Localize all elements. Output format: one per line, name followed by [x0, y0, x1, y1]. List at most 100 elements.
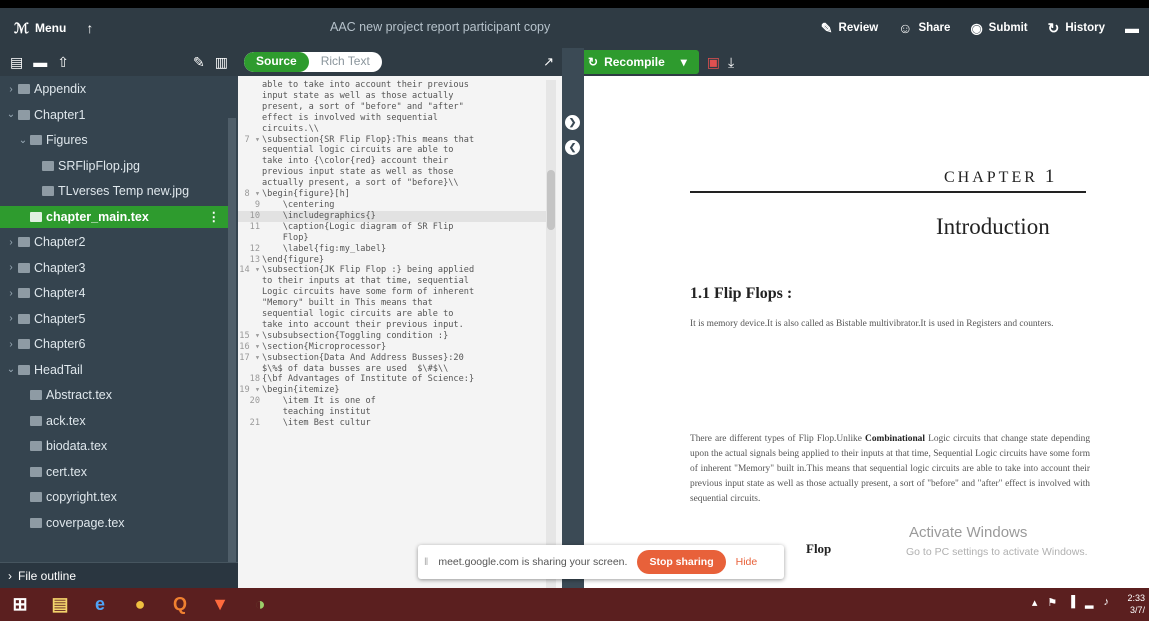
chevron-right-icon[interactable]: › [4, 339, 18, 350]
file-tree-scrollbar[interactable] [228, 118, 236, 598]
arrow-left-icon[interactable]: ❮ [565, 140, 580, 155]
chevron-down-icon[interactable]: ⌄ [4, 364, 18, 375]
code-line[interactable]: $\%$ of data busses are used $\#$\\ [238, 364, 546, 375]
log-icon[interactable]: ▣ [707, 55, 720, 69]
review-button[interactable]: ✎ Review [821, 21, 878, 35]
chevron-right-icon[interactable]: › [4, 262, 18, 273]
code-area[interactable]: able to take into account their previous… [238, 80, 546, 588]
paint-icon[interactable]: ◑ [240, 588, 280, 621]
tree-item[interactable]: ⌄ Figures [0, 129, 230, 151]
tree-item[interactable]: biodata.tex [0, 435, 230, 457]
code-line[interactable]: 21 \item Best cultur [238, 418, 546, 429]
tree-item[interactable]: coverpage.tex [0, 512, 230, 534]
project-title[interactable]: AAC new project report participant copy [330, 20, 550, 34]
tree-item[interactable]: › Chapter4 [0, 282, 230, 304]
new-folder-icon[interactable]: ▬ [33, 55, 47, 69]
windows-start-icon[interactable]: ⊞ [0, 588, 40, 621]
rich-text-mode-button[interactable]: Rich Text [309, 52, 382, 72]
source-mode-button[interactable]: Source [244, 52, 309, 72]
submit-button[interactable]: ◉ Submit [970, 21, 1027, 35]
chevron-right-icon[interactable]: › [4, 313, 18, 324]
drag-handle-icon[interactable]: ‖ [424, 556, 428, 568]
editor-scroll-thumb[interactable] [547, 170, 555, 230]
network-icon[interactable]: ▐ [1067, 596, 1075, 609]
code-line[interactable]: 12 \label{fig:my_label} [238, 244, 546, 255]
up-arrow-icon[interactable]: ↑ [86, 21, 93, 35]
arrow-right-icon[interactable]: ❯ [565, 115, 580, 130]
code-line[interactable]: previous input state as well as those [238, 167, 546, 178]
editor-scrollbar[interactable] [546, 80, 556, 588]
code-line[interactable]: actually present, a sort of "before}\\ [238, 178, 546, 189]
tree-item[interactable]: › Chapter5 [0, 308, 230, 330]
tree-item[interactable]: chapter_main.tex ⋮ [0, 205, 230, 228]
delete-icon[interactable]: ▥ [215, 55, 228, 69]
code-line[interactable]: 7 ▾ \subsection{SR Flip Flop}:This means … [238, 135, 546, 146]
code-line[interactable]: 18 {\bf Advantages of Institute of Scienc… [238, 374, 546, 385]
code-line[interactable]: take into account their previous input. [238, 320, 546, 331]
brave-icon[interactable]: ▼ [200, 588, 240, 621]
code-line[interactable]: 13 \end{figure} [238, 255, 546, 266]
tree-item[interactable]: › Chapter3 [0, 257, 230, 279]
code-line[interactable]: 11 \caption{Logic diagram of SR Flip [238, 222, 546, 233]
chevron-right-icon[interactable]: › [4, 237, 18, 248]
code-line[interactable]: teaching institut [238, 407, 546, 418]
code-line[interactable]: present, a sort of "before" and "after" [238, 102, 546, 113]
code-line[interactable]: 20 \item It is one of [238, 396, 546, 407]
hide-button[interactable]: Hide [736, 556, 758, 568]
tree-item[interactable]: TLverses Temp new.jpg [0, 180, 230, 202]
chat-icon[interactable]: ▬ [1125, 21, 1139, 35]
tree-item[interactable]: › Appendix [0, 78, 230, 100]
file-explorer-icon[interactable]: ▤ [40, 588, 80, 621]
code-line[interactable]: 17 ▾ \subsection{Data And Address Busses}… [238, 353, 546, 364]
internet-explorer-icon[interactable]: e [80, 588, 120, 621]
code-line[interactable]: to their inputs at that time, sequential [238, 276, 546, 287]
code-line[interactable]: able to take into account their previous [238, 80, 546, 91]
tree-item[interactable]: SRFlipFlop.jpg [0, 155, 230, 177]
clock[interactable]: 2:33 3/7/ [1127, 592, 1145, 616]
more-options-icon[interactable]: ⋮ [208, 209, 221, 224]
file-outline-toggle[interactable]: › File outline [0, 562, 238, 588]
tree-item[interactable]: cert.tex [0, 461, 230, 483]
chrome-icon[interactable]: ● [120, 588, 160, 621]
q-app-icon[interactable]: Q [160, 588, 200, 621]
code-line[interactable]: effect is involved with sequential [238, 113, 546, 124]
flag-icon[interactable]: ⚑ [1047, 596, 1057, 609]
tree-item[interactable]: ⌄ Chapter1 [0, 104, 230, 126]
tree-item[interactable]: ⌄ HeadTail [0, 359, 230, 381]
code-line[interactable]: 16 ▾ \section{Microprocessor} [238, 342, 546, 353]
code-line[interactable]: Flop} [238, 233, 546, 244]
code-line[interactable]: sequential logic circuits are able to [238, 309, 546, 320]
code-line[interactable]: input state as well as those actually [238, 91, 546, 102]
chevron-down-icon[interactable]: ▾ [681, 55, 687, 69]
download-icon[interactable]: ⤓ [728, 55, 734, 69]
rename-icon[interactable]: ✎ [193, 55, 205, 69]
code-line[interactable]: 8 ▾ \begin{figure}[h] [238, 189, 546, 200]
code-line[interactable]: take into {\color{red} account their [238, 156, 546, 167]
tree-item[interactable]: › Chapter2 [0, 231, 230, 253]
code-line[interactable]: circuits.\\ [238, 124, 546, 135]
signal-icon[interactable]: ▂ [1085, 596, 1093, 609]
menu-button[interactable]: ℳ Menu ↑ [14, 21, 93, 35]
code-line[interactable]: Logic circuits have some form of inheren… [238, 287, 546, 298]
code-line[interactable]: 14 ▾ \subsection{JK Flip Flop :} being ap… [238, 265, 546, 276]
chevron-down-icon[interactable]: ⌄ [16, 135, 30, 146]
code-line[interactable]: sequential logic circuits are able to [238, 145, 546, 156]
tray-chevron-icon[interactable]: ▴ [1032, 596, 1038, 609]
tree-item[interactable]: ack.tex [0, 410, 230, 432]
recompile-button[interactable]: ↻ Recompile ▾ [584, 50, 699, 74]
code-line[interactable]: 15 ▾ \subsubsection{Toggling condition :} [238, 331, 546, 342]
volume-icon[interactable]: ♪ [1104, 596, 1110, 609]
upload-icon[interactable]: ⇧ [57, 55, 69, 69]
pane-divider[interactable]: ❯ ❮ [562, 48, 584, 588]
new-file-icon[interactable]: ▤ [10, 55, 23, 69]
code-line[interactable]: "Memory" built in This means that [238, 298, 546, 309]
code-line[interactable]: 9 \centering [238, 200, 546, 211]
code-line[interactable]: 10 \includegraphics{} [238, 210, 546, 222]
code-line[interactable]: 19 ▾ \begin{itemize} [238, 385, 546, 396]
tree-item[interactable]: › Chapter6 [0, 333, 230, 355]
expand-icon[interactable]: ↗ [543, 54, 554, 70]
history-button[interactable]: ↻ History [1048, 21, 1105, 35]
tree-item[interactable]: Abstract.tex [0, 384, 230, 406]
chevron-right-icon[interactable]: › [4, 84, 18, 95]
chevron-right-icon[interactable]: › [4, 288, 18, 299]
